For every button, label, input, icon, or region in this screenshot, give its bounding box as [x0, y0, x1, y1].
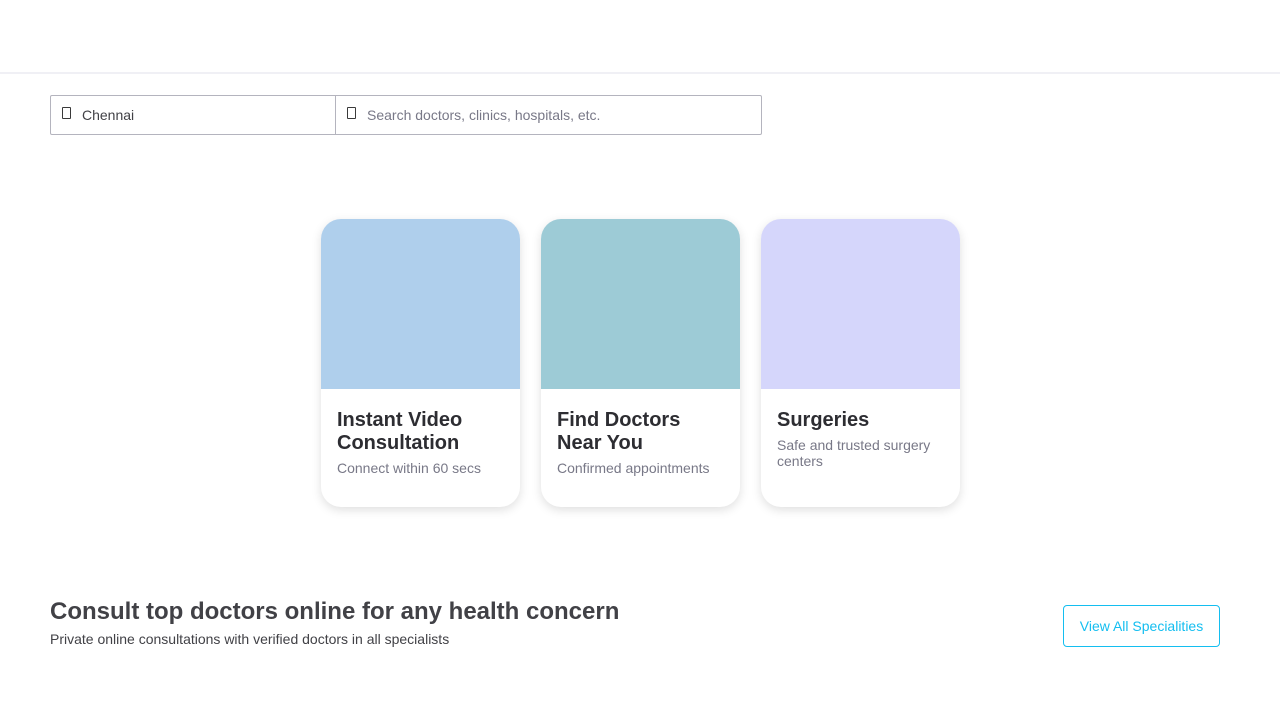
- location-icon: [62, 107, 71, 119]
- consult-section: Consult top doctors online for any healt…: [50, 598, 619, 647]
- card-title: Surgeries: [777, 409, 870, 431]
- card-image: [321, 219, 520, 389]
- location-input[interactable]: Chennai: [51, 96, 336, 134]
- view-all-specialities-button[interactable]: View All Specialities: [1063, 605, 1220, 647]
- card-title: Find Doctors Near You: [557, 409, 681, 454]
- search-icon: [347, 107, 356, 119]
- card-subtitle: Confirmed appointments: [557, 460, 710, 476]
- consult-heading: Consult top doctors online for any healt…: [50, 598, 620, 625]
- service-cards: Instant Video Consultation Connect withi…: [321, 219, 960, 507]
- location-value: Chennai: [82, 107, 135, 123]
- card-title: Instant Video Consultation: [337, 409, 463, 454]
- card-image: [761, 219, 960, 389]
- top-navigation-bar: [0, 0, 1280, 74]
- card-image: [541, 219, 740, 389]
- consult-subheading: Private online consultations with verifi…: [50, 631, 450, 647]
- card-subtitle: Connect within 60 secs: [337, 460, 481, 476]
- card-find-doctors-near-you[interactable]: Find Doctors Near You Confirmed appointm…: [541, 219, 740, 507]
- search-placeholder: Search doctors, clinics, hospitals, etc.: [367, 107, 601, 123]
- card-instant-video-consultation[interactable]: Instant Video Consultation Connect withi…: [321, 219, 520, 507]
- card-surgeries[interactable]: Surgeries Safe and trusted surgery cente…: [761, 219, 960, 507]
- search-bar: Chennai Search doctors, clinics, hospita…: [50, 95, 762, 135]
- search-input[interactable]: Search doctors, clinics, hospitals, etc.: [336, 96, 761, 134]
- card-subtitle: Safe and trusted surgery centers: [777, 437, 931, 469]
